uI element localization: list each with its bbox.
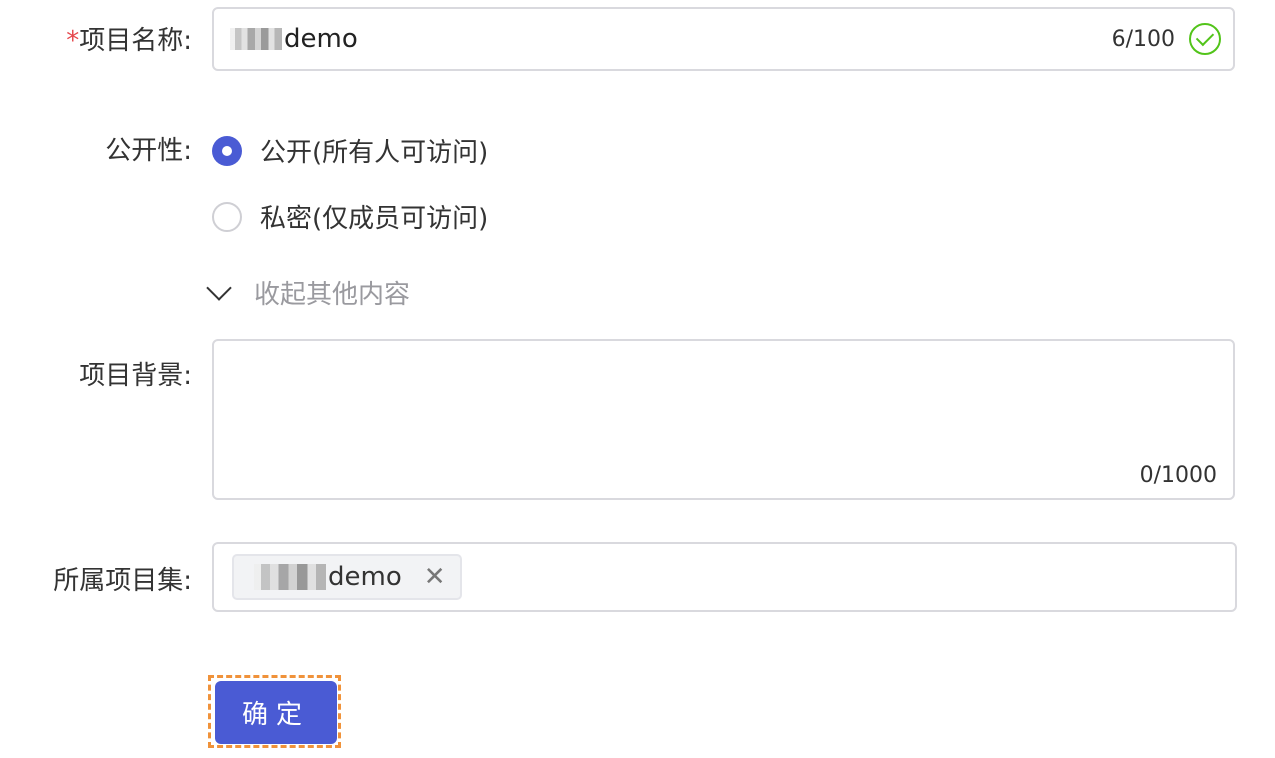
- radio-private-label: 私密(仅成员可访问): [260, 204, 489, 234]
- visibility-label: 公开性:: [105, 136, 192, 166]
- project-set-select[interactable]: demo ✕: [212, 542, 1237, 612]
- check-circle-icon: [1189, 23, 1221, 55]
- background-label: 项目背景:: [79, 361, 192, 391]
- collapse-toggle[interactable]: 收起其他内容: [204, 274, 410, 311]
- project-set-tag: demo ✕: [232, 554, 462, 600]
- project-set-tag-label: demo: [328, 562, 402, 592]
- project-name-value: demo: [284, 24, 358, 54]
- radio-public[interactable]: 公开(所有人可访问): [212, 132, 488, 169]
- project-name-label: *项目名称:: [66, 26, 192, 56]
- radio-button-checked[interactable]: [212, 135, 242, 166]
- redacted-text: [254, 564, 326, 590]
- redacted-text: [230, 28, 282, 50]
- project-name-input[interactable]: demo 6/100: [212, 7, 1235, 71]
- char-counter: 0/1000: [1139, 463, 1217, 488]
- collapse-text: 收起其他内容: [254, 280, 411, 310]
- char-counter: 6/100: [1111, 27, 1175, 52]
- confirm-button-focus-ring: 确定: [208, 675, 341, 748]
- radio-button-unchecked[interactable]: [212, 201, 242, 232]
- background-textarea[interactable]: 0/1000: [212, 339, 1235, 500]
- radio-private[interactable]: 私密(仅成员可访问): [212, 198, 488, 235]
- confirm-button[interactable]: 确定: [215, 681, 337, 744]
- radio-public-label: 公开(所有人可访问): [260, 138, 489, 168]
- required-mark: *: [66, 26, 80, 56]
- chevron-down-icon: [206, 274, 232, 301]
- project-set-label: 所属项目集:: [53, 566, 192, 596]
- close-icon[interactable]: ✕: [424, 562, 446, 592]
